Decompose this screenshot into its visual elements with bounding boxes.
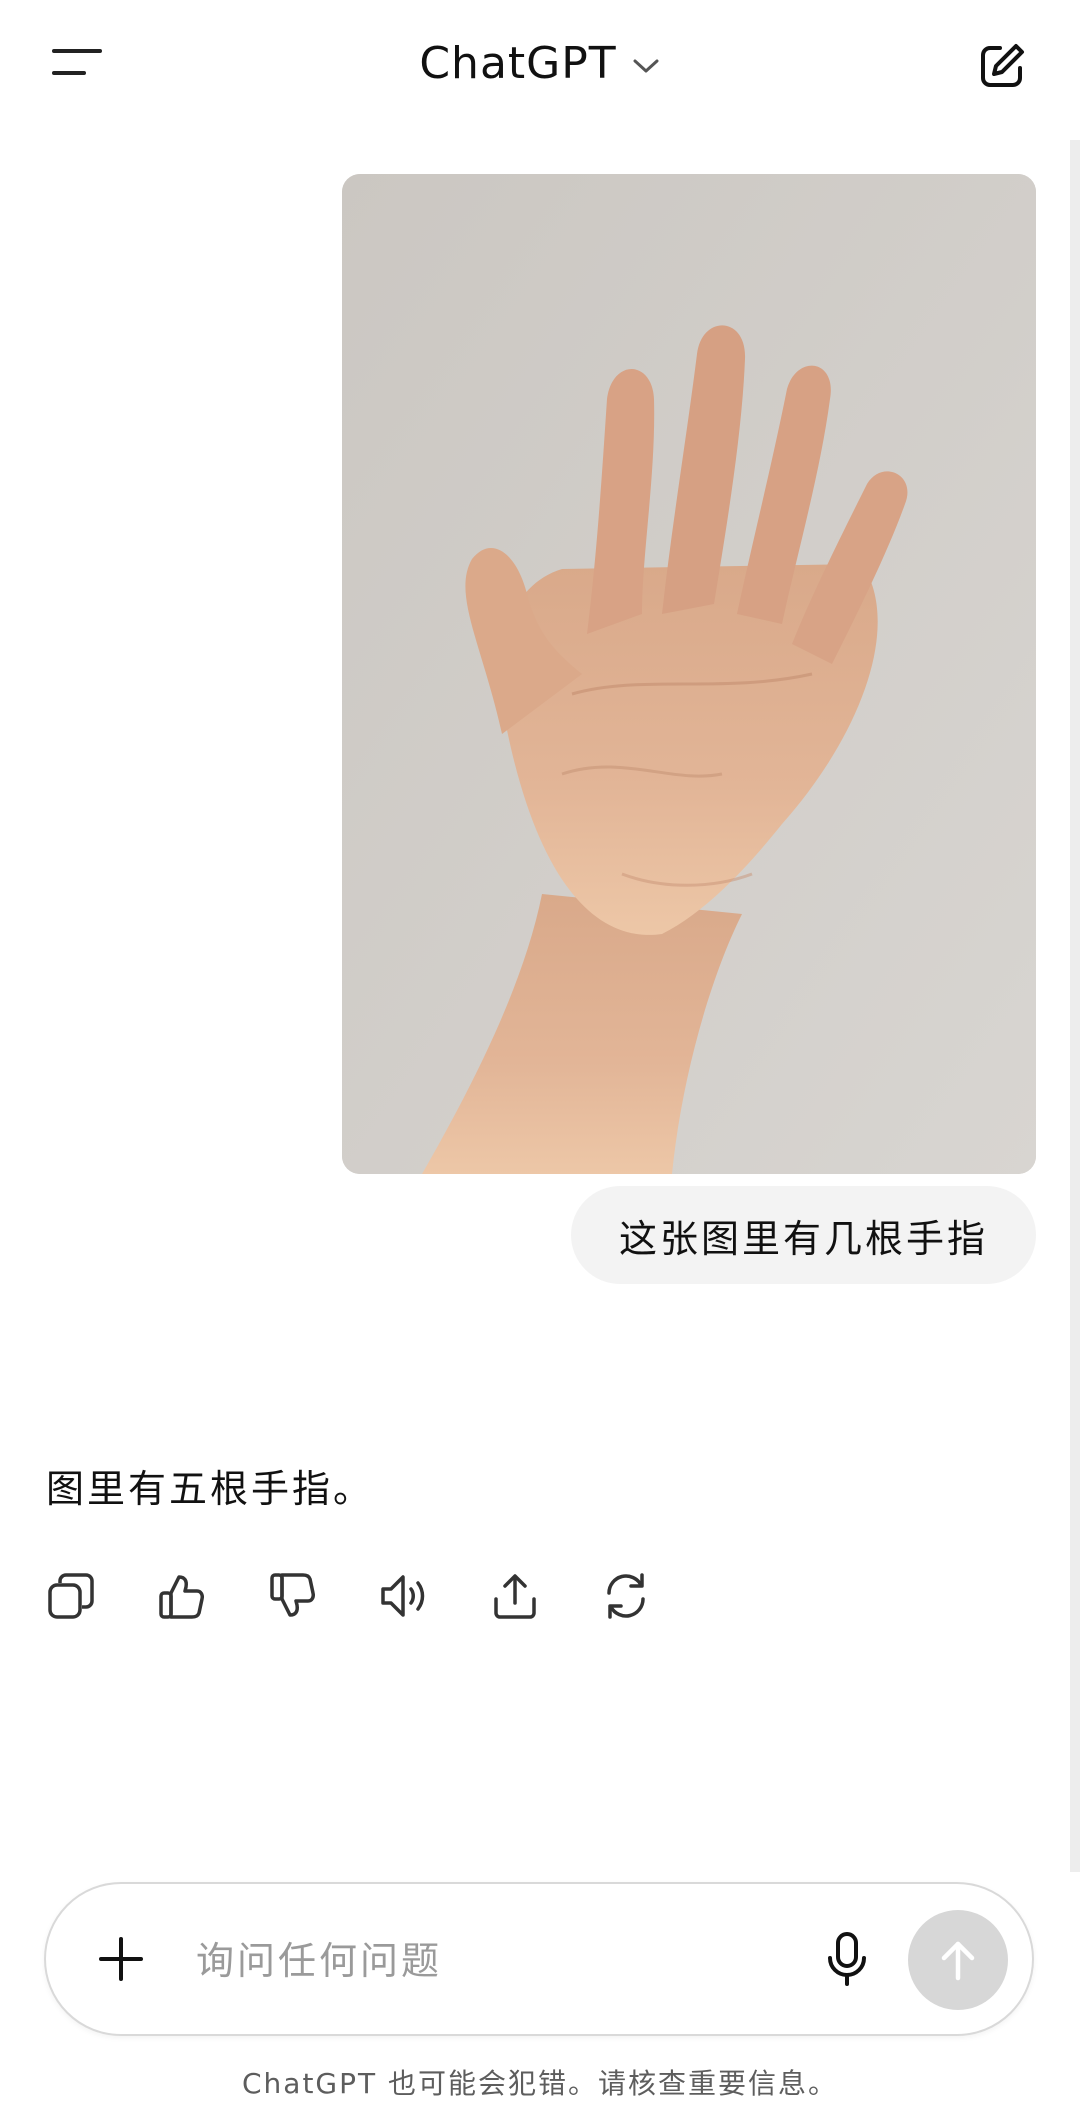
top-bar: ChatGPT <box>0 0 1080 125</box>
regenerate-icon <box>607 1573 645 1619</box>
read-aloud-icon <box>381 1575 425 1617</box>
regenerate-button[interactable] <box>601 1566 712 1626</box>
user-message-bubble: 这张图里有几根手指 <box>570 1186 1036 1284</box>
thumbs-down-button[interactable] <box>268 1566 379 1626</box>
plus-icon <box>99 1937 143 1981</box>
message-composer <box>44 1882 1034 2036</box>
message-actions <box>46 1566 712 1626</box>
user-image[interactable] <box>342 174 1036 1174</box>
scrollbar[interactable] <box>1070 140 1080 1872</box>
new-chat-icon <box>981 44 1024 87</box>
thumbs-up-icon <box>159 1575 204 1619</box>
disclaimer-text: ChatGPT 也可能会犯错。请核查重要信息。 <box>241 2067 839 2100</box>
message-input[interactable] <box>194 1920 818 2002</box>
assistant-message: 图里有五根手指。 <box>46 1467 375 1511</box>
share-button[interactable] <box>490 1566 601 1626</box>
read-aloud-button[interactable] <box>379 1566 490 1626</box>
share-icon <box>494 1574 536 1619</box>
model-selector[interactable]: ChatGPT <box>0 30 1080 96</box>
attach-button[interactable] <box>96 1934 146 1984</box>
chevron-down-icon <box>633 59 659 73</box>
send-button[interactable] <box>908 1910 1008 2010</box>
new-chat-button[interactable] <box>976 40 1028 92</box>
voice-input-button[interactable] <box>822 1930 872 1988</box>
app-title: ChatGPT <box>419 37 617 89</box>
copy-button[interactable] <box>46 1566 157 1626</box>
hand-photo <box>342 174 1036 1174</box>
thumbs-down-icon <box>270 1573 315 1617</box>
user-message-text: 这张图里有几根手指 <box>618 1216 988 1261</box>
arrow-up-icon <box>941 1941 975 1981</box>
microphone-icon <box>828 1932 866 1986</box>
copy-icon <box>48 1573 94 1619</box>
thumbs-up-button[interactable] <box>157 1566 268 1626</box>
